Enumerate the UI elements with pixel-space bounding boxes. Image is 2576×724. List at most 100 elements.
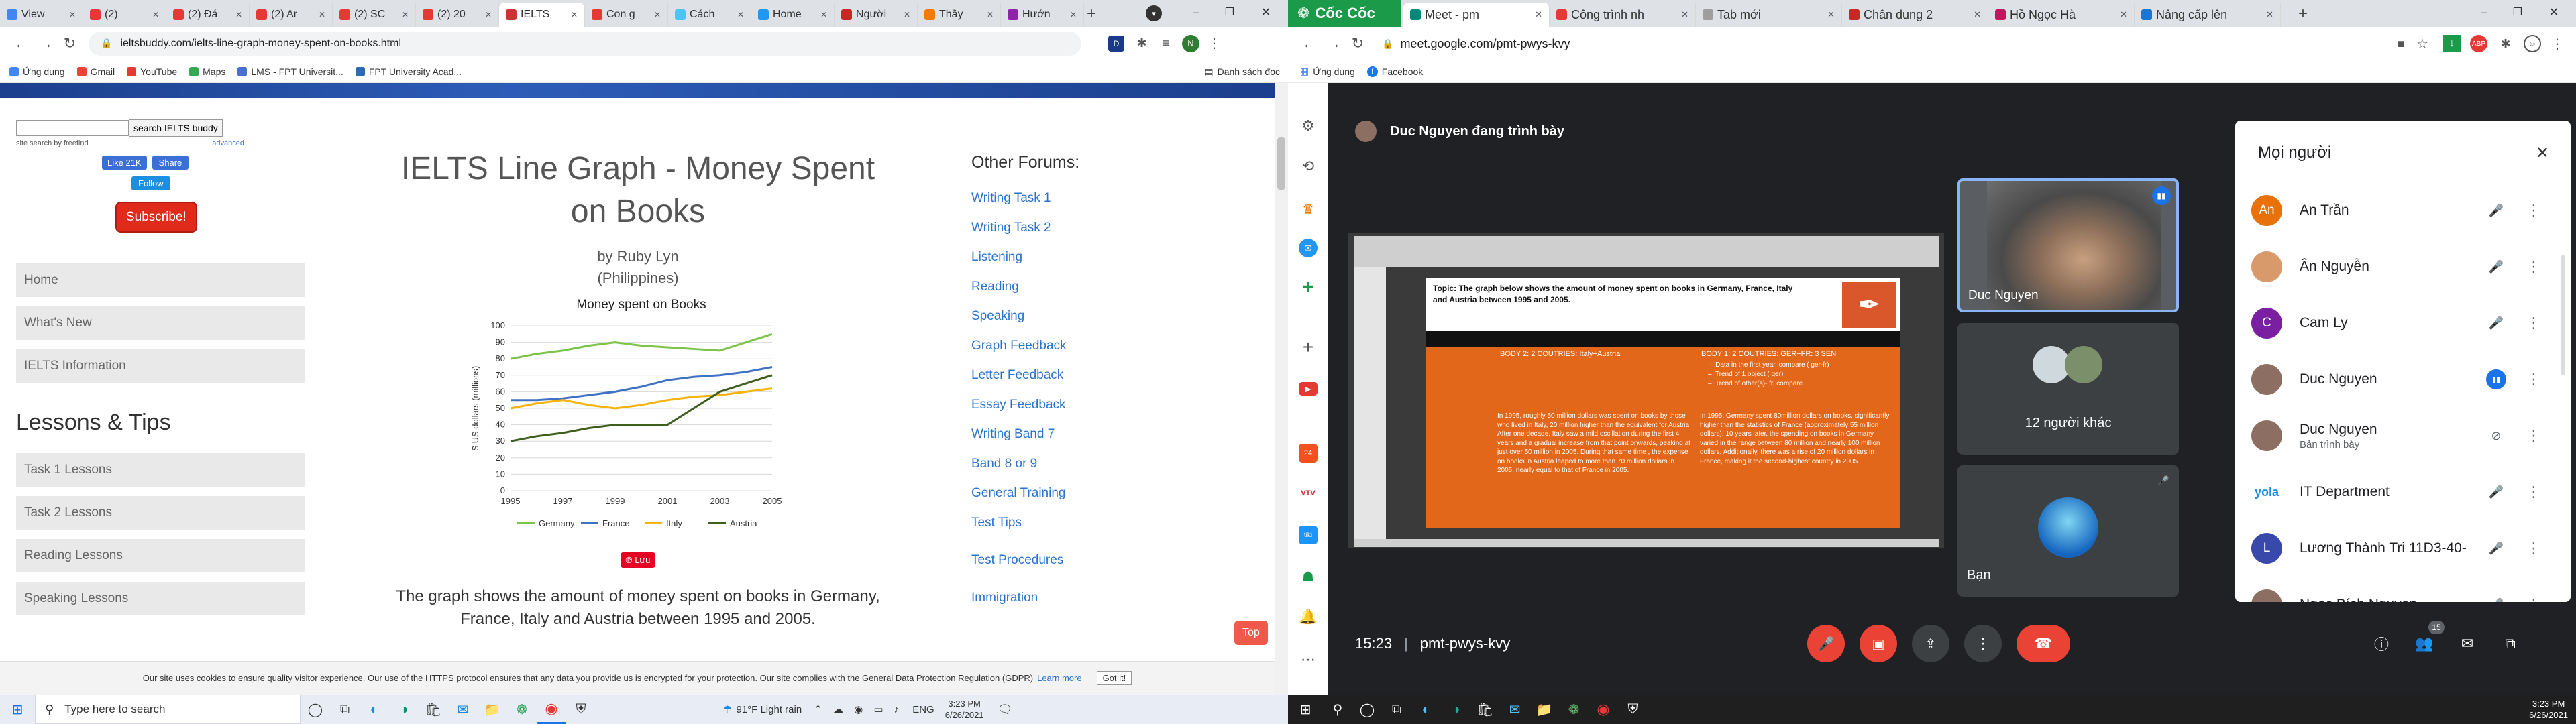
right-bookmark-facebook[interactable]: f Facebook: [1366, 66, 1423, 77]
extensions-puzzle-icon[interactable]: ✱: [1134, 36, 1150, 50]
left-scrollbar-thumb[interactable]: [1277, 137, 1285, 190]
bookmark-item[interactable]: Gmail: [76, 66, 115, 77]
left-tab[interactable]: View ✕: [0, 3, 83, 27]
participant-more-icon[interactable]: ⋮: [2526, 483, 2541, 501]
sidebar-more-icon[interactable]: ⋯: [1299, 650, 1318, 669]
sidebar-messenger-icon[interactable]: ✉: [1299, 239, 1318, 257]
edge-icon[interactable]: ◐: [360, 695, 389, 724]
input-language[interactable]: ENG: [912, 704, 934, 715]
new-tab-icon[interactable]: +: [1081, 4, 1102, 24]
bookmark-star-icon[interactable]: ☆: [2411, 36, 2434, 52]
taskbar-right-date[interactable]: 6/26/2021: [2529, 709, 2568, 721]
speaking-icon[interactable]: ▮▮: [2486, 369, 2506, 389]
tab-close-icon[interactable]: ✕: [1974, 9, 1981, 20]
extension-icon[interactable]: D: [1108, 35, 1124, 52]
twitter-follow-button[interactable]: Follow: [131, 176, 170, 190]
camera-blocked-icon[interactable]: ■: [2391, 37, 2411, 51]
tab-close-icon[interactable]: ✕: [402, 10, 409, 19]
right-forward-icon[interactable]: →: [1322, 35, 1346, 52]
bookmark-item[interactable]: FPT University Acad...: [355, 66, 462, 77]
sidebar-lesson-item[interactable]: Task 1 Lessons: [16, 453, 305, 487]
sidebar-news-icon[interactable]: 24: [1299, 444, 1318, 463]
sidebar-vtv-icon[interactable]: VTV: [1299, 484, 1318, 503]
left-tab[interactable]: (2) Ar ✕: [250, 3, 333, 27]
tab-close-icon[interactable]: ✕: [69, 10, 76, 19]
taskbar-search-box[interactable]: ⚲ Type here to search: [35, 695, 301, 724]
sidebar-lesson-item[interactable]: Reading Lessons: [16, 539, 305, 572]
mic-off-button[interactable]: 🎤: [1807, 625, 1845, 662]
taskbar-right-time[interactable]: 3:23 PM: [2529, 698, 2568, 709]
close-panel-icon[interactable]: ✕: [2530, 141, 2555, 165]
security-task-icon-right[interactable]: ⛨: [1618, 695, 1648, 724]
present-button[interactable]: ⇪: [1912, 625, 1949, 662]
facebook-share-button[interactable]: Share: [152, 156, 189, 170]
mic-muted-icon[interactable]: 🎤: [2486, 257, 2506, 277]
activities-icon[interactable]: ⧉: [2498, 631, 2522, 656]
left-tab[interactable]: (2) Đá ✕: [166, 3, 250, 27]
left-tab[interactable]: IELTS ✕: [499, 3, 585, 27]
edge-icon-right[interactable]: ◐: [1411, 695, 1441, 724]
left-tab[interactable]: (2) 20 ✕: [416, 3, 499, 27]
forum-link[interactable]: Writing Band 7: [971, 427, 1173, 442]
mic-muted-icon[interactable]: 🎤: [2486, 200, 2506, 221]
coccoc-task-icon[interactable]: ❁: [507, 695, 537, 724]
bookmark-item[interactable]: Ứng dụng: [9, 66, 65, 77]
tab-close-icon[interactable]: ✕: [235, 10, 242, 19]
tab-close-icon[interactable]: ✕: [904, 10, 910, 19]
store-icon[interactable]: 🛍: [419, 695, 448, 724]
left-tab[interactable]: Cách ✕: [668, 3, 751, 27]
forward-icon[interactable]: →: [34, 35, 58, 52]
more-options-button[interactable]: ⋮: [1964, 625, 2002, 662]
coccoc-logo[interactable]: ❁ Cốc Cốc: [1288, 0, 1401, 27]
mic-muted-icon[interactable]: 🎤: [2486, 538, 2506, 558]
participant-row[interactable]: Ân Nguyễn 🎤 ⋮: [2235, 239, 2557, 295]
tab-close-icon[interactable]: ✕: [654, 10, 661, 19]
participant-row[interactable]: Duc Nguyen ▮▮ ⋮: [2235, 351, 2557, 408]
sidebar-crown-icon[interactable]: ♛: [1299, 200, 1318, 219]
chrome-task-icon[interactable]: ◉: [537, 695, 566, 724]
facebook-like-button[interactable]: Like 21K: [102, 156, 147, 170]
sidebar-nav-item[interactable]: What's New: [16, 306, 305, 340]
participant-row[interactable]: Ngọc Bích Nguyen🎤 ⋮: [2235, 577, 2557, 602]
tab-close-icon[interactable]: ✕: [1070, 10, 1077, 19]
forum-link[interactable]: Listening: [971, 250, 1173, 265]
top-button[interactable]: Top: [1234, 621, 1268, 645]
forum-link[interactable]: General Training: [971, 486, 1173, 501]
tab-search-icon[interactable]: ▾: [1146, 5, 1162, 21]
participant-more-icon[interactable]: ⋮: [2526, 427, 2541, 444]
tab-close-icon[interactable]: ✕: [152, 10, 159, 19]
close-window-icon[interactable]: ✕: [1249, 0, 1283, 24]
participant-more-icon[interactable]: ⋮: [2526, 596, 2541, 602]
bookmark-item[interactable]: YouTube: [127, 66, 177, 77]
tab-close-icon[interactable]: ✕: [1681, 9, 1688, 20]
left-omnibox[interactable]: 🔒 ieltsbuddy.com/ielts-line-graph-money-…: [89, 31, 1081, 56]
tab-close-icon[interactable]: ✕: [485, 10, 492, 19]
reading-list-label[interactable]: Danh sách đọc: [1218, 66, 1280, 77]
mail-icon[interactable]: ✉: [448, 695, 478, 724]
bookmark-item[interactable]: LMS - FPT Universit...: [237, 66, 343, 77]
right-tab[interactable]: Nâng cấp lên ✕: [2135, 3, 2281, 27]
start-windows-icon-right[interactable]: ⊞: [1288, 695, 1323, 724]
sidebar-youtube-icon[interactable]: ▶: [1299, 382, 1318, 396]
tab-close-icon[interactable]: ✕: [737, 10, 744, 19]
subscribe-button[interactable]: Subscribe!: [115, 202, 197, 233]
task-view-icon-right[interactable]: ⧉: [1382, 695, 1411, 724]
site-search-button[interactable]: search IELTS buddy: [129, 119, 223, 137]
right-tab[interactable]: Meet - pm ✕: [1403, 3, 1550, 27]
right-extensions-icon[interactable]: ✱: [2497, 37, 2514, 51]
camera-off-button[interactable]: ▣: [1860, 625, 1897, 662]
sidebar-bell-icon[interactable]: 🔔: [1299, 607, 1318, 626]
left-tab[interactable]: Con g ✕: [585, 3, 668, 27]
leave-call-button[interactable]: ☎: [2017, 625, 2070, 662]
participant-more-icon[interactable]: ⋮: [2526, 540, 2541, 557]
site-search-input[interactable]: [16, 120, 129, 136]
task-view-icon[interactable]: ⧉: [330, 695, 360, 724]
sidebar-tiki-icon[interactable]: tiki: [1299, 526, 1318, 544]
meeting-details-icon[interactable]: ⓘ: [2369, 631, 2394, 656]
forum-link[interactable]: Graph Feedback: [971, 339, 1173, 353]
start-windows-icon[interactable]: ⊞: [0, 695, 35, 724]
left-tab[interactable]: (2) SC ✕: [333, 3, 416, 27]
right-menu-icon[interactable]: ⋮: [2551, 36, 2564, 52]
tab-close-icon[interactable]: ✕: [2266, 9, 2273, 20]
tab-close-icon[interactable]: ✕: [1827, 9, 1835, 20]
